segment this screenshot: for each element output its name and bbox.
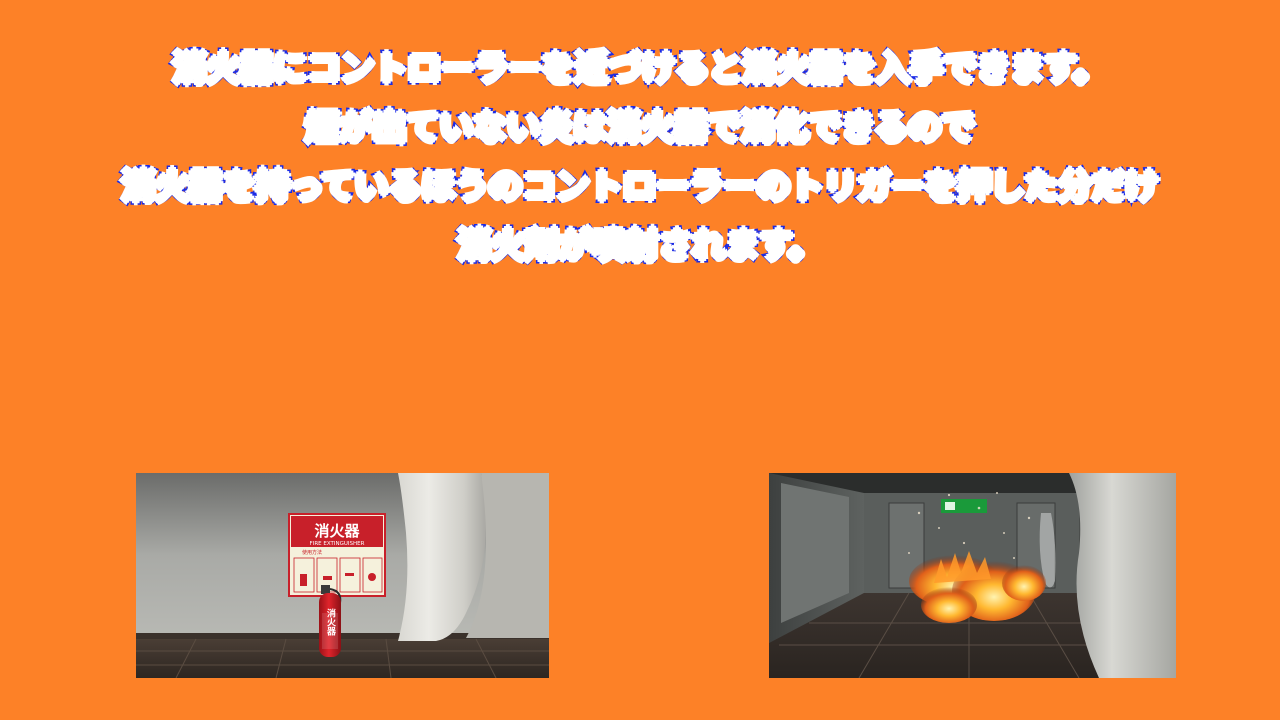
sign-subtitle: FIRE EXTINGUISHER <box>310 541 365 547</box>
extinguisher-label: 消火器 <box>325 607 337 636</box>
instruction-line-2: 煙が出ていない炎は消火器で消化できるので <box>302 108 979 149</box>
exit-sign-glyph <box>945 502 955 510</box>
sign-title: 消火器 <box>314 522 360 540</box>
extinguisher-sign: 消火器 FIRE EXTINGUISHER 使用方法 <box>288 513 386 597</box>
screenshot-extinguisher-pickup: 消火器 FIRE EXTINGUISHER 使用方法 消火器 <box>136 473 549 678</box>
sign-caption: 使用方法 <box>302 549 322 556</box>
instruction-line-4: 消火剤が噴射されます。 <box>454 226 827 267</box>
instruction-text-block: 消火器にコントローラーを近づけると消火器を入手できます。 煙が出ていない炎は消火… <box>0 49 1280 288</box>
floor <box>136 639 549 678</box>
fire-corridor-scene <box>769 473 1176 678</box>
instruction-line-3: 消火器を持っているほうのコントローラーのトリガーを押した分だけ <box>118 167 1162 208</box>
fire-extinguisher: 消火器 <box>319 585 342 657</box>
screenshot-fire-corridor <box>769 473 1176 678</box>
instruction-line-1: 消火器にコントローラーを近づけると消火器を入手できます。 <box>169 49 1111 90</box>
extinguisher-scene: 消火器 FIRE EXTINGUISHER 使用方法 消火器 <box>136 473 549 678</box>
